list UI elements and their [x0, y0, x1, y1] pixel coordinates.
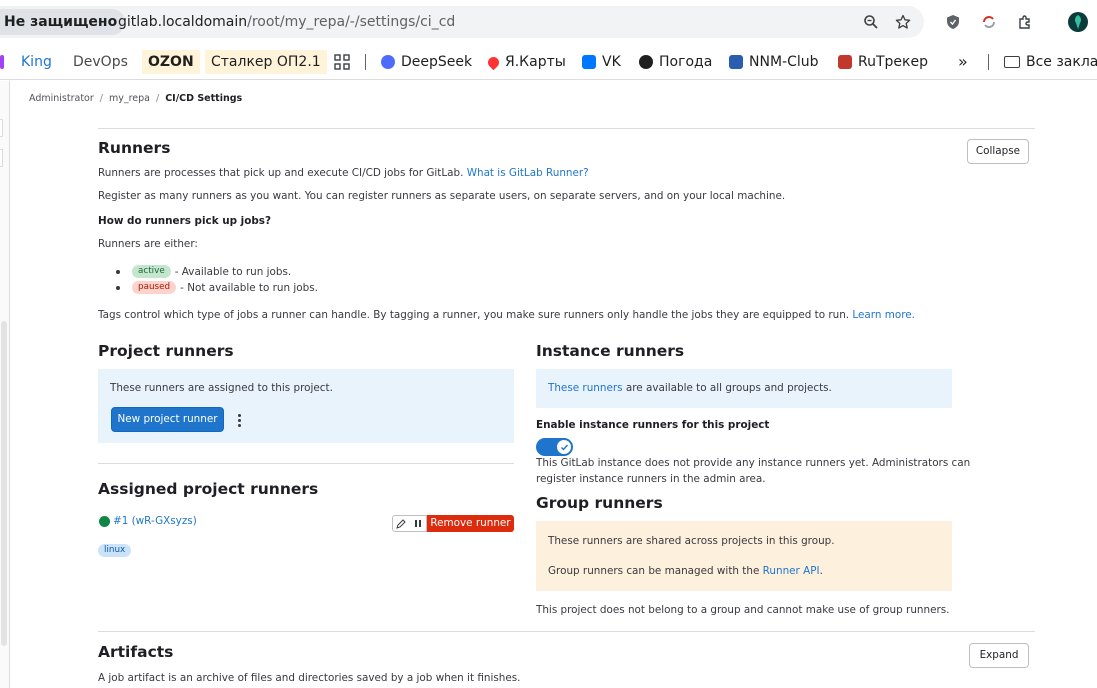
sync-extension-icon[interactable] [973, 6, 1005, 38]
runner-api-link[interactable]: Runner API [763, 565, 820, 577]
bookmark-vk[interactable]: VK [582, 50, 621, 74]
instance-runners-toggle[interactable] [536, 438, 573, 456]
active-badge: active [132, 265, 171, 278]
artifacts-description: A job artifact is an archive of files an… [98, 672, 521, 684]
bookmark-divider [988, 54, 989, 70]
collapse-button[interactable]: Collapse [967, 139, 1029, 164]
sidebar-gutter [0, 81, 10, 688]
tags-text: Tags control which type of jobs a runner… [98, 309, 915, 321]
how-runners-heading: How do runners pick up jobs? [98, 215, 272, 227]
bookmark-star-icon[interactable] [887, 6, 919, 38]
edit-runner-pencil-icon[interactable] [392, 515, 410, 532]
map-pin-icon [485, 54, 502, 70]
nnm-club-icon [729, 55, 743, 69]
extensions-puzzle-icon[interactable] [1009, 6, 1041, 38]
runner-tags: linux [98, 537, 132, 557]
breadcrumb-separator: / [99, 93, 103, 104]
list-item: paused - Not available to run jobs. [116, 281, 318, 294]
instance-runners-text: These runners are available to all group… [548, 382, 832, 394]
section-divider [98, 463, 514, 464]
sidebar-tab[interactable] [0, 119, 3, 137]
group-runners-heading: Group runners [536, 494, 663, 512]
bookmark-weather[interactable]: Погода [639, 50, 712, 74]
runner-row: #1 (wR-GXsyzs) [99, 515, 197, 527]
breadcrumb-item[interactable]: my_repa [109, 93, 150, 104]
new-project-runner-button[interactable]: New project runner [111, 407, 224, 432]
zoom-icon[interactable] [855, 6, 887, 38]
bookmark-king[interactable]: King [21, 50, 52, 74]
runners-intro: Runners are processes that pick up and e… [98, 167, 589, 179]
bookmark-rutracker[interactable]: RuТрекер [838, 50, 928, 74]
paused-badge: paused [132, 281, 177, 294]
artifacts-heading: Artifacts [98, 643, 174, 661]
bookmark-partial[interactable] [0, 50, 4, 74]
folder-icon [1004, 56, 1020, 68]
breadcrumb-current[interactable]: CI/CD Settings [165, 93, 242, 104]
runner-link[interactable]: #1 (wR-GXsyzs) [113, 515, 197, 527]
project-runners-heading: Project runners [98, 342, 234, 360]
section-divider [98, 128, 1035, 129]
bookmarks-bar: King DevOps OZON Сталкер ОП2.1 DeepSeek … [0, 44, 1097, 80]
browser-toolbar: Не защищено gitlab.localdomain/root/my_r… [0, 0, 1097, 44]
group-runners-panel-line1: These runners are shared across projects… [548, 535, 835, 547]
pause-runner-icon[interactable] [409, 515, 427, 532]
all-bookmarks-folder[interactable]: Все закла [1004, 50, 1097, 74]
bookmark-yandex-maps[interactable]: Я.Карты [485, 50, 566, 74]
scrollbar-thumb[interactable] [1, 321, 7, 646]
check-icon [557, 440, 571, 454]
group-runners-footer: This project does not belong to a group … [536, 604, 950, 616]
bookmark-devops[interactable]: DevOps [73, 50, 128, 74]
bookmark-stalker[interactable]: Сталкер ОП2.1 [205, 50, 327, 74]
instance-runners-toggle-label: Enable instance runners for this project [536, 419, 770, 431]
instance-runners-note-line2: register instance runners in the admin a… [536, 473, 766, 485]
deepseek-icon [381, 55, 395, 69]
instance-runners-note-line1: This GitLab instance does not provide an… [536, 457, 971, 469]
security-indicator[interactable]: Не защищено [0, 9, 126, 35]
profile-avatar-icon[interactable] [1062, 6, 1094, 38]
section-divider [98, 631, 1035, 632]
these-runners-link[interactable]: These runners [548, 382, 623, 394]
instance-runners-panel: These runners are available to all group… [536, 369, 952, 408]
instance-runners-heading: Instance runners [536, 342, 685, 360]
more-actions-kebab-icon[interactable] [231, 411, 247, 429]
group-runners-panel-line2: Group runners can be managed with the Ru… [548, 565, 823, 577]
bookmark-ozon[interactable]: OZON [142, 50, 200, 74]
runners-either-text: Runners are either: [98, 238, 198, 250]
runners-register-text: Register as many runners as you want. Yo… [98, 190, 786, 202]
breadcrumb: Administrator / my_repa / CI/CD Settings [29, 93, 242, 104]
project-runners-text: These runners are assigned to this proje… [110, 382, 333, 394]
breadcrumb-separator: / [156, 93, 160, 104]
breadcrumb-item[interactable]: Administrator [29, 93, 94, 104]
learn-more-link[interactable]: Learn more. [852, 309, 915, 321]
bookmark-deepseek[interactable]: DeepSeek [381, 50, 472, 74]
what-is-runner-link[interactable]: What is GitLab Runner? [467, 167, 589, 179]
group-runners-panel: These runners are shared across projects… [536, 521, 952, 591]
more-bookmarks-chevron[interactable]: » [958, 50, 968, 74]
remove-runner-button[interactable]: Remove runner [427, 515, 514, 532]
runner-online-status-icon [99, 515, 110, 527]
rutracker-icon [838, 55, 852, 69]
runners-heading: Runners [98, 139, 171, 157]
weather-icon [639, 55, 653, 69]
assigned-runners-heading: Assigned project runners [98, 480, 319, 498]
vk-icon [582, 55, 596, 69]
project-runners-panel: These runners are assigned to this proje… [98, 369, 514, 443]
sidebar-tab[interactable] [0, 149, 3, 167]
shield-extension-icon[interactable] [937, 6, 969, 38]
bookmark-divider [365, 54, 366, 70]
address-bar[interactable]: Не защищено gitlab.localdomain/root/my_r… [0, 6, 924, 38]
bookmark-nnm-club[interactable]: NNM-Club [729, 50, 819, 74]
expand-button[interactable]: Expand [969, 643, 1029, 668]
runner-tag-badge: linux [98, 544, 132, 557]
url-text[interactable]: gitlab.localdomain/root/my_repa/-/settin… [118, 6, 455, 38]
list-item: active - Available to run jobs. [116, 265, 291, 278]
apps-grid-icon[interactable] [334, 50, 350, 74]
